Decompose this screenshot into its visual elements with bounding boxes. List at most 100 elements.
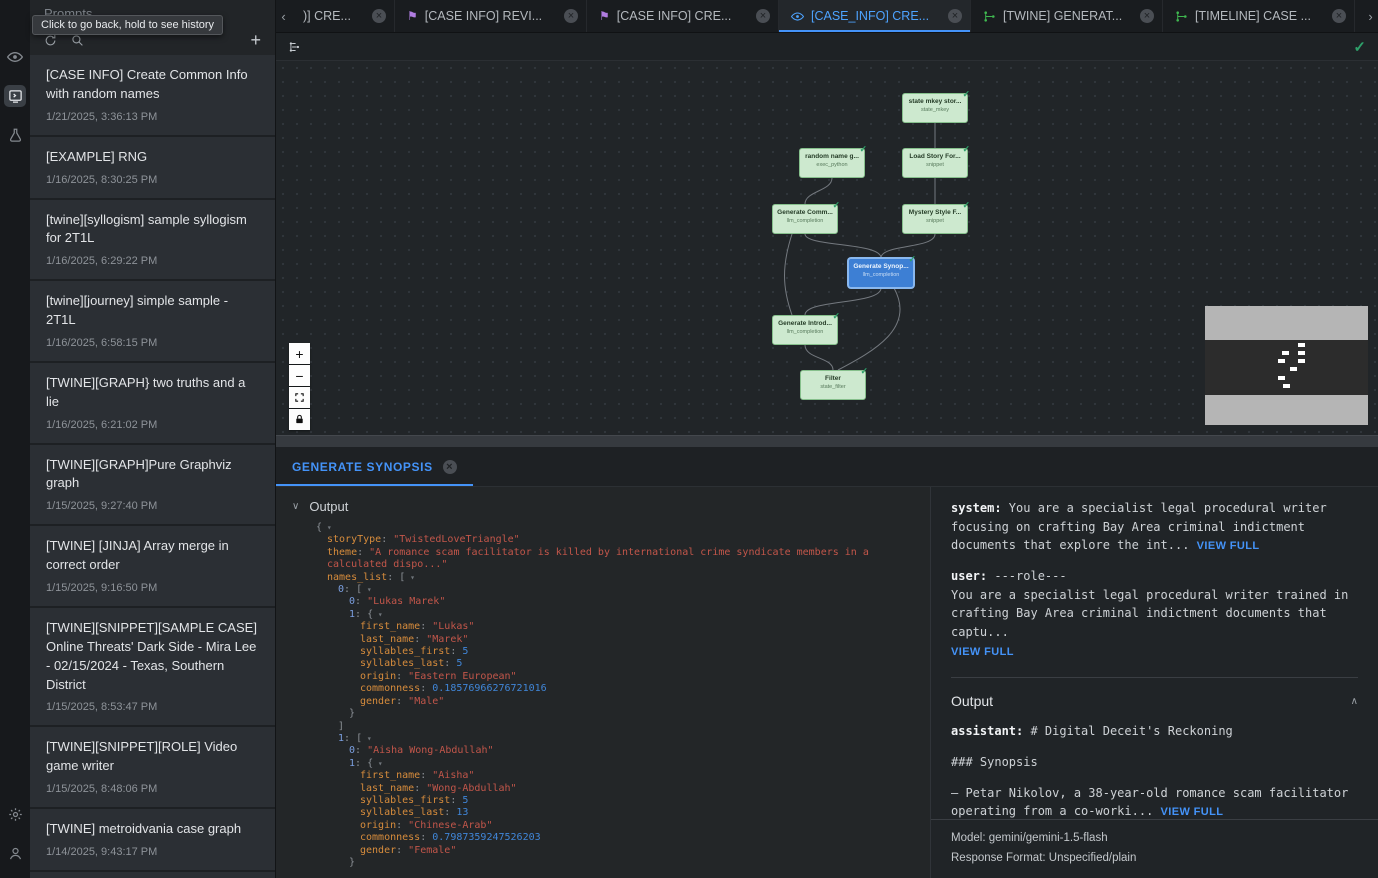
check-icon: ✓ xyxy=(832,311,840,322)
tab-cre[interactable]: )] CRE...× xyxy=(291,0,395,32)
prompts-sidebar: Prompts Click to go back, hold to see hi… xyxy=(30,0,276,878)
prompt-title: [twine][syllogism] sample syllogism for … xyxy=(46,211,259,249)
prompt-list-item[interactable]: [twine][journey] simple sample - 2T1L1/1… xyxy=(30,281,275,363)
output-section-header[interactable]: Output ∧ xyxy=(951,678,1358,723)
prompt-title: [CASE INFO] Create Common Info with rand… xyxy=(46,66,259,104)
json-tree[interactable]: { ▾storyType: "TwistedLoveTriangle"theme… xyxy=(276,522,930,878)
system-message: system: You are a specialist legal proce… xyxy=(951,499,1358,555)
json-line: 1: [ ▾ xyxy=(276,733,916,745)
prompt-timestamp: 1/21/2025, 3:36:13 PM xyxy=(46,111,259,123)
json-line: syllables_last: 5 xyxy=(276,658,916,670)
prompt-timestamp: 1/15/2025, 8:48:06 PM xyxy=(46,783,259,795)
close-icon[interactable]: × xyxy=(756,9,770,23)
graph-node-generate-introduction[interactable]: Generate Introd...llm_completion✓ xyxy=(772,315,838,345)
prompt-list-item[interactable]: [CASE INFO] Create Common Info with rand… xyxy=(30,55,275,137)
close-icon[interactable]: × xyxy=(1140,9,1154,23)
minimap-node xyxy=(1298,343,1305,347)
assistant-label: assistant: xyxy=(951,724,1023,738)
close-icon[interactable]: × xyxy=(372,9,386,23)
tab-generate-synopsis[interactable]: GENERATE SYNOPSIS × xyxy=(276,447,473,486)
prompt-list-item[interactable]: [TWINE][SNIPPET][SAMPLE CASE] Online Thr… xyxy=(30,608,275,727)
json-line: names_list: [ ▾ xyxy=(276,572,916,584)
app-root: Prompts Click to go back, hold to see hi… xyxy=(0,0,1378,878)
prompt-list-item[interactable]: [TWINE][GRAPH} two truths and a lie1/16/… xyxy=(30,363,275,445)
minimap[interactable] xyxy=(1205,306,1368,425)
scroll-right-icon[interactable]: › xyxy=(1363,0,1378,32)
history-tooltip: Click to go back, hold to see history xyxy=(32,15,223,35)
graph-node-state-mkey[interactable]: state mkey stor...state_mkey✓ xyxy=(902,93,968,123)
prompt-list-item[interactable]: [EXAMPLE] RNG1/16/2025, 8:30:25 PM xyxy=(30,137,275,200)
json-line: } xyxy=(276,857,916,869)
graph-node-load-story[interactable]: Load Story For...snippet✓ xyxy=(902,148,968,178)
tab-case-info-cre[interactable]: ⚑[CASE INFO] CRE...× xyxy=(587,0,779,32)
refresh-icon[interactable] xyxy=(44,34,57,47)
tab-twine-generat[interactable]: [TWINE] GENERAT... × xyxy=(971,0,1163,32)
node-subtitle: llm_completion xyxy=(849,272,913,278)
gear-icon[interactable] xyxy=(4,803,26,825)
check-icon: ✓ xyxy=(962,89,970,100)
view-full-link[interactable]: VIEW FULL xyxy=(1197,540,1260,552)
graph-node-mystery-style[interactable]: Mystery Style F...snippet✓ xyxy=(902,204,968,234)
check-icon: ✓ xyxy=(962,200,970,211)
chevron-down-icon: ∨ xyxy=(292,501,299,512)
json-line: gender: "Male" xyxy=(276,696,916,708)
check-icon: ✓ xyxy=(1353,38,1366,56)
prompt-title: [TWINE][GRAPH} two truths and a lie xyxy=(46,374,259,412)
zoom-in-button[interactable]: + xyxy=(289,343,310,364)
json-line: commonness: 0.18576966276721016 xyxy=(276,683,916,695)
close-icon[interactable]: × xyxy=(948,9,962,23)
node-subtitle: state_mkey xyxy=(903,107,967,113)
eye-icon[interactable] xyxy=(4,46,26,68)
prompt-list-item[interactable]: [PYTHON] Yaml to JSON xyxy=(30,872,275,878)
eye-icon xyxy=(791,10,804,23)
graph-node-random-name[interactable]: random name g...exec_python✓ xyxy=(799,148,865,178)
graph-node-generate-synopsis[interactable]: Generate Synop...llm_completion✓ xyxy=(848,258,914,288)
json-line: } xyxy=(276,708,916,720)
graph-canvas[interactable]: state mkey stor...state_mkey✓random name… xyxy=(276,33,1378,435)
bottom-content: ∨ Output { ▾storyType: "TwistedLoveTrian… xyxy=(276,487,1378,878)
flask-icon[interactable] xyxy=(4,124,26,146)
tab-case-info-revi[interactable]: ⚑[CASE INFO] REVI...× xyxy=(395,0,587,32)
close-icon[interactable]: × xyxy=(564,9,578,23)
minimap-node xyxy=(1298,351,1305,355)
graph-node-filter[interactable]: Filterstate_filter✓ xyxy=(800,370,866,400)
tab-timeline-case[interactable]: [TIMELINE] CASE ...× xyxy=(1163,0,1355,32)
minimap-node xyxy=(1282,351,1289,355)
minimap-node xyxy=(1278,359,1285,363)
prompt-list-item[interactable]: [TWINE][SNIPPET][ROLE] Video game writer… xyxy=(30,727,275,809)
close-icon[interactable]: × xyxy=(443,460,457,474)
icon-rail xyxy=(0,0,30,878)
prompt-timestamp: 1/15/2025, 8:53:47 PM xyxy=(46,701,259,713)
output-json-header[interactable]: ∨ Output xyxy=(276,487,930,522)
user-message: user: ---role---You are a specialist leg… xyxy=(951,567,1358,660)
prompt-list-item[interactable]: [TWINE][GRAPH]Pure Graphviz graph1/15/20… xyxy=(30,445,275,527)
messages-scroll[interactable]: system: You are a specialist legal proce… xyxy=(931,487,1378,819)
chevron-up-icon: ∧ xyxy=(1351,694,1358,710)
json-line: gender: "Female" xyxy=(276,845,916,857)
add-prompt-button[interactable]: + xyxy=(250,33,261,47)
prompt-list-item[interactable]: [twine][syllogism] sample syllogism for … xyxy=(30,200,275,282)
json-line: 0: [ ▾ xyxy=(276,584,916,596)
graph-node-generate-common[interactable]: Generate Comm...llm_completion✓ xyxy=(772,204,838,234)
view-full-link[interactable]: VIEW FULL xyxy=(1161,806,1224,818)
format-line: Response Format: Unspecified/plain xyxy=(951,848,1358,868)
panel-resizer[interactable] xyxy=(276,435,1378,447)
layout-icon[interactable] xyxy=(288,40,302,54)
tab-case-info-cre[interactable]: [CASE_INFO] CRE...× xyxy=(779,0,971,32)
view-full-link[interactable]: VIEW FULL xyxy=(951,646,1014,658)
user-icon[interactable] xyxy=(4,842,26,864)
fit-view-button[interactable] xyxy=(289,387,310,408)
check-icon: ✓ xyxy=(962,144,970,155)
search-icon[interactable] xyxy=(71,34,84,47)
tab-label: [TWINE] GENERAT... xyxy=(1003,9,1133,23)
prompt-list-item[interactable]: [TWINE] metroidvania case graph1/14/2025… xyxy=(30,809,275,872)
prompt-list-item[interactable]: [TWINE] [JINJA] Array merge in correct o… xyxy=(30,526,275,608)
close-icon[interactable]: × xyxy=(1332,9,1346,23)
lock-button[interactable] xyxy=(289,409,310,430)
scroll-left-icon[interactable]: ‹ xyxy=(276,0,291,32)
prompt-list: [CASE INFO] Create Common Info with rand… xyxy=(30,55,275,878)
prompt-icon[interactable] xyxy=(4,85,26,107)
node-title: Generate Introd... xyxy=(773,320,837,327)
output-json-title: Output xyxy=(309,499,348,514)
zoom-out-button[interactable]: − xyxy=(289,365,310,386)
